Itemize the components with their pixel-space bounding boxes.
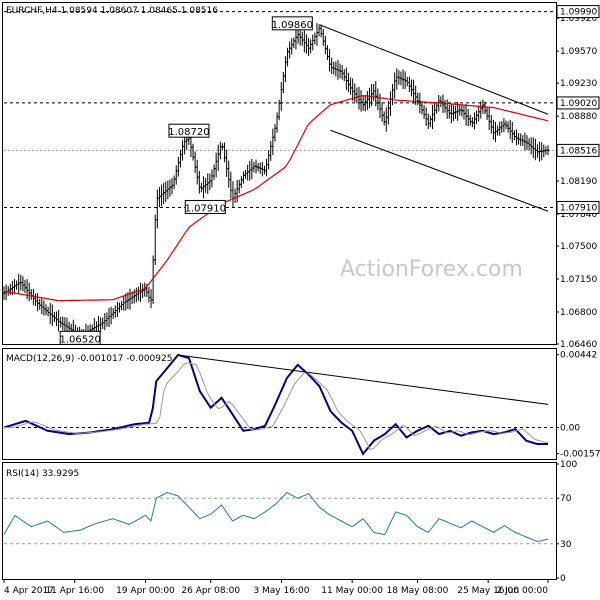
annotation-label: 1.08720 — [168, 127, 209, 138]
macd-y-tick-label: 0.00442 — [560, 351, 597, 361]
x-tick-label: 11 Apr 16:00 — [45, 586, 104, 596]
macd-y-tick-label: 0.00 — [560, 423, 580, 433]
price-y-tick-label: 1.06460 — [560, 340, 597, 350]
price-panel-title: EURCHF,H4 1.08594 1.08607 1.08465 1.0851… — [6, 6, 218, 16]
annotation-2: 1.07910 — [185, 199, 226, 214]
price-level-label: 1.07910 — [560, 203, 597, 213]
price-level-label: 1.09020 — [560, 99, 597, 109]
macd-panel-title: MACD(12,26,9) -0.001017 -0.000925 — [6, 354, 172, 364]
macd-panel-frame — [2, 348, 557, 460]
price-level-label: 1.09990 — [560, 8, 597, 18]
watermark: ActionForex.com — [340, 257, 523, 282]
rsi-y-tick-label: 100 — [560, 460, 577, 470]
rsi-panel-frame — [2, 462, 557, 580]
annotation-label: 1.06520 — [59, 334, 100, 345]
x-tick-label: 3 May 16:00 — [253, 586, 309, 596]
rsi-y-tick-label: 0 — [560, 574, 566, 584]
price-y-tick-label: 1.08880 — [560, 112, 597, 122]
price-y-tick-label: 1.09230 — [560, 79, 597, 89]
eurchf-h4-chart: ActionForex.com 1.09860 1.08720 1.07910 1.0… — [2, 2, 600, 596]
annotation-1: 1.08720 — [168, 123, 210, 138]
x-tick-label: 19 Apr 00:00 — [116, 586, 175, 596]
price-y-tick-label: 1.08190 — [560, 177, 597, 187]
price-y-tick-label: 1.09570 — [560, 47, 597, 57]
x-tick-label: 11 May 00:00 — [321, 586, 383, 596]
annotation-label: 1.09860 — [272, 20, 313, 31]
macd-y-tick-label: -0.001578 — [560, 450, 600, 460]
price-level-box-1: 1.09020 — [556, 96, 600, 110]
rsi-panel-title: RSI(14) 33.9295 — [6, 469, 79, 479]
price-y-tick-label: 1.06800 — [560, 308, 597, 318]
price-level-box-3: 1.08516 — [556, 143, 600, 157]
price-y-tick-label: 1.07500 — [560, 242, 597, 252]
rsi-y-tick-label: 30 — [560, 540, 572, 550]
annotation-3: 1.06520 — [59, 330, 101, 345]
price-y-tick-label: 1.07150 — [560, 275, 597, 285]
rsi-y-tick-label: 70 — [560, 494, 572, 504]
annotation-0: 1.09860 — [272, 16, 313, 31]
x-tick-label: 18 May 08:00 — [387, 586, 449, 596]
price-level-label: 1.08516 — [560, 146, 597, 156]
x-tick-label: 26 Apr 08:00 — [181, 586, 240, 596]
price-level-box-0: 1.09990 — [556, 5, 600, 19]
annotation-label: 1.07910 — [185, 203, 226, 214]
price-panel-frame — [2, 2, 557, 345]
price-level-box-2: 1.07910 — [556, 200, 600, 214]
x-tick-label: 2 Jun 00:00 — [497, 586, 549, 596]
